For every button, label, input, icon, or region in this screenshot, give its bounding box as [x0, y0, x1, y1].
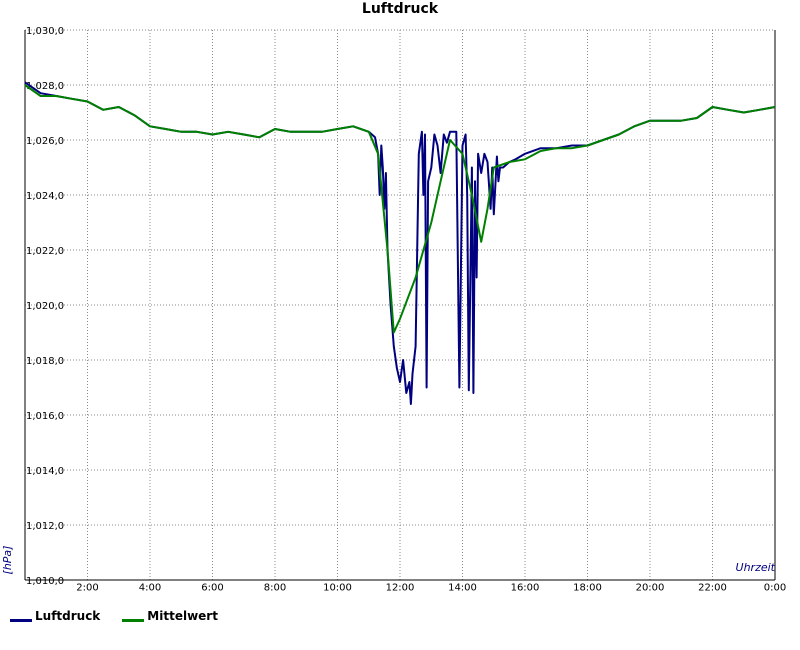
legend-swatch-luftdruck: [10, 618, 32, 622]
legend-item-mittelwert: Mittelwert: [122, 609, 218, 623]
axes: 1,010,0 1,012,0 1,014,0 1,016,0 1,018,0 1,020…: [24, 26, 786, 593]
y-tick-label: 1,022,0: [26, 246, 64, 257]
x-tick-label: 20:00: [636, 582, 665, 593]
legend-swatch-mittelwert: [122, 618, 145, 622]
grid: [25, 29, 776, 580]
y-tick-label: 1,012,0: [26, 521, 64, 532]
y-tick-label: 1,030,0: [26, 26, 64, 37]
y-tick-label: 1,014,0: [26, 466, 64, 477]
legend-label-mittelwert: Mittelwert: [147, 609, 218, 623]
y-tick-label: 1,016,0: [26, 411, 64, 422]
x-axis-label: Uhrzeit: [736, 561, 776, 574]
x-tick-label: 12:00: [386, 582, 415, 593]
x-tick-label: 16:00: [511, 582, 540, 593]
x-tick-label: 18:00: [573, 582, 602, 593]
legend-item-luftdruck: Luftdruck: [10, 609, 100, 623]
legend-label-luftdruck: Luftdruck: [35, 609, 101, 623]
x-tick-label: 6:00: [201, 582, 223, 593]
legend: Luftdruck Mittelwert: [10, 609, 218, 623]
y-tick-label: 1,024,0: [26, 191, 64, 202]
chart: Luftdruck 1,010,01,012,01,014,01,016,01,…: [1, 1, 786, 593]
series-line-mittelwert: [24, 84, 776, 334]
x-tick-label: 10:00: [323, 582, 352, 593]
x-tick-label: 4:00: [139, 582, 161, 593]
x-tick-label: 0:00: [764, 582, 786, 593]
y-tick-label: 1,026,0: [26, 136, 64, 147]
y-axis-label: [hPa]: [1, 546, 14, 575]
x-tick-label: 8:00: [264, 582, 286, 593]
y-tick-label: 1,020,0: [26, 301, 64, 312]
x-tick-label: 2:00: [76, 582, 98, 593]
y-tick-label: 1,018,0: [26, 356, 64, 367]
y-tick-label: 1,010,0: [26, 576, 64, 587]
x-tick-label: 14:00: [448, 582, 477, 593]
x-tick-label: 22:00: [698, 582, 727, 593]
chart-title: Luftdruck: [362, 1, 439, 17]
